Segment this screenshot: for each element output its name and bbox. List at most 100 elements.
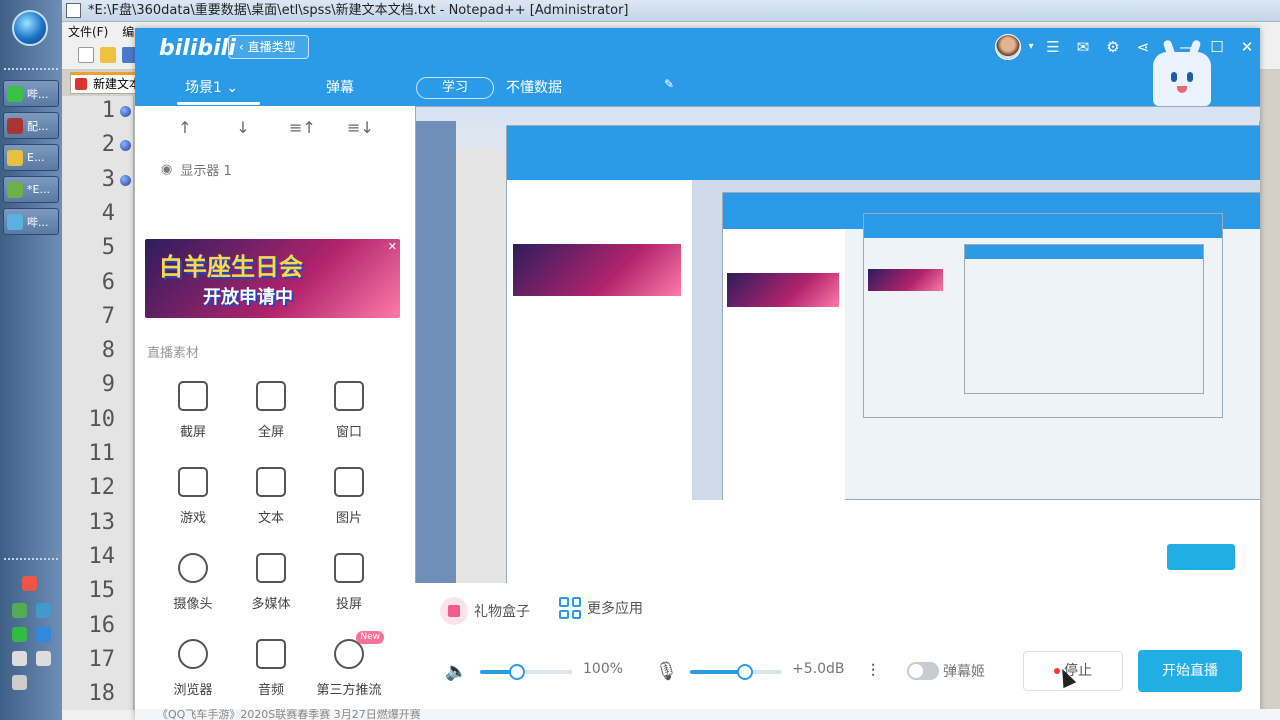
source-label: 显示器 1: [180, 164, 232, 179]
monitor-icon: [256, 381, 286, 411]
line-number: 8: [101, 338, 115, 364]
tab-danmu[interactable]: 弹幕: [326, 77, 354, 97]
start-live-button[interactable]: 开始直播: [1138, 650, 1242, 692]
line-number: 3: [101, 166, 115, 192]
line-number: 18: [88, 681, 116, 707]
cube-icon[interactable]: [36, 627, 51, 642]
material-item[interactable]: 游戏: [153, 467, 233, 526]
maximize-icon[interactable]: ☐: [1207, 37, 1227, 57]
material-item[interactable]: 文本: [231, 467, 311, 526]
line-number: 13: [88, 509, 116, 535]
tab-study[interactable]: 学习: [416, 77, 494, 99]
chevron-down-icon: ⌄: [226, 80, 239, 96]
taskbar-button-bilibili-2[interactable]: 哔...: [3, 208, 59, 235]
media-icon: [256, 553, 286, 583]
source-item-display[interactable]: ◉ 显示器 1: [161, 160, 232, 179]
device-icon[interactable]: [12, 651, 27, 666]
move-top-button[interactable]: ≡↑: [289, 118, 316, 138]
speaker-icon[interactable]: 🔈: [445, 661, 467, 683]
start-button[interactable]: [12, 10, 48, 46]
speaker-icon[interactable]: [36, 651, 51, 666]
menu-edit[interactable]: 编: [122, 25, 134, 39]
live-type-button[interactable]: ‹ 直播类型: [228, 35, 309, 59]
material-item[interactable]: 浏览器: [153, 639, 233, 698]
taskbar-button-explorer[interactable]: E...: [3, 144, 59, 171]
material-item[interactable]: 第三方推流 New: [309, 631, 389, 698]
taskbar-button-notepad[interactable]: *E...: [3, 176, 59, 203]
material-label: 浏览器: [173, 683, 213, 698]
material-item[interactable]: 图片: [309, 467, 389, 526]
preview-header: [507, 126, 1260, 180]
gift-box-button[interactable]: 礼物盒子: [440, 597, 530, 625]
bookmark-icon[interactable]: [120, 174, 131, 186]
apps-icon: [559, 597, 581, 619]
close-icon[interactable]: ✕: [1237, 37, 1257, 57]
material-label: 摄像头: [173, 597, 213, 612]
refresh-icon[interactable]: [12, 627, 27, 642]
live-preview[interactable]: [415, 106, 1260, 583]
status-text: 《QQ飞车手游》2020S联赛春季赛 3月27日燃爆开赛: [157, 709, 421, 720]
s-tray-icon[interactable]: [22, 576, 37, 591]
bookmark-icon[interactable]: [120, 140, 131, 152]
material-label: 音频: [257, 683, 284, 698]
window-icon: [334, 381, 364, 411]
microphone-icon[interactable]: 🎙: [655, 661, 678, 683]
edit-icon[interactable]: ✎: [664, 77, 674, 91]
move-down-button[interactable]: ↓: [231, 118, 255, 138]
bilibili-icon: [7, 85, 23, 102]
music-icon: [256, 639, 286, 669]
move-bottom-button[interactable]: ≡↓: [347, 118, 374, 138]
volume-value: 100%: [583, 661, 624, 677]
menu-icon[interactable]: ☰: [1043, 37, 1063, 57]
new-file-icon[interactable]: [78, 47, 94, 63]
material-item[interactable]: 全屏: [231, 381, 311, 440]
mascot-illustration: [1153, 39, 1211, 106]
line-number: 12: [88, 475, 116, 501]
chevron-down-icon[interactable]: ▾: [1021, 37, 1041, 57]
avatar[interactable]: [995, 34, 1021, 60]
share-icon[interactable]: ⋖: [1133, 37, 1153, 57]
mic-knob[interactable]: [737, 664, 754, 680]
material-item[interactable]: 投屏: [309, 553, 389, 612]
status-bar: 《QQ飞车手游》2020S联赛春季赛 3月27日燃爆开赛: [135, 709, 1280, 720]
material-item[interactable]: 截屏: [153, 381, 233, 440]
material-item[interactable]: 摄像头: [153, 553, 233, 612]
preview-banner: [868, 269, 943, 291]
material-item[interactable]: 多媒体: [231, 553, 311, 612]
shield-icon[interactable]: [12, 603, 27, 618]
notepad-icon: [7, 181, 23, 198]
danmaku-girl-toggle[interactable]: [907, 662, 939, 680]
mail-icon[interactable]: ✉: [1073, 37, 1093, 57]
tab-unknown-data[interactable]: 不懂数据: [506, 77, 562, 97]
preview-header: [864, 214, 1222, 238]
move-up-button[interactable]: ↑: [173, 118, 197, 138]
gamepad-icon: [178, 467, 208, 497]
material-label: 图片: [335, 511, 362, 526]
open-folder-icon[interactable]: [100, 47, 116, 63]
banner-title: 白羊座生日会: [159, 253, 303, 281]
config-icon: [7, 117, 23, 134]
gear-icon[interactable]: ⚙: [1103, 37, 1123, 57]
taskbar-button-bilibili[interactable]: 哔...: [3, 80, 59, 107]
mixer-icon[interactable]: ⫶: [862, 661, 884, 683]
line-number-gutter: 1 2 3 4 5 6 7 8 9 10 11 12 13 14 15 16 17 18: [62, 96, 134, 710]
menu-file[interactable]: 文件(F): [68, 25, 108, 39]
bookmark-icon[interactable]: [120, 106, 131, 117]
line-number: 14: [88, 543, 116, 569]
close-icon[interactable]: ✕: [388, 240, 397, 253]
material-item[interactable]: 窗口: [309, 381, 389, 440]
signal-icon[interactable]: [12, 675, 27, 690]
network-icon[interactable]: [36, 603, 51, 618]
taskbar-button-config[interactable]: 配...: [3, 112, 59, 139]
promo-banner[interactable]: 白羊座生日会 开放申请中 ✕: [145, 239, 400, 318]
volume-slider[interactable]: [480, 664, 572, 680]
material-item[interactable]: 音频: [231, 639, 311, 698]
bilibili-live-window: bilibili ‹ 直播类型 场景1 ⌄ 弹幕 学习 不懂数据 ✎ ▾ ☰ ✉…: [135, 28, 1260, 720]
eye-icon[interactable]: ◉: [161, 162, 172, 177]
gift-box-label: 礼物盒子: [474, 604, 530, 620]
tab-scene-1[interactable]: 场景1 ⌄: [176, 77, 261, 105]
more-apps-button[interactable]: 更多应用: [559, 597, 643, 619]
stop-button[interactable]: 停止: [1023, 651, 1123, 691]
mic-slider[interactable]: [690, 664, 782, 680]
volume-knob[interactable]: [508, 664, 525, 680]
